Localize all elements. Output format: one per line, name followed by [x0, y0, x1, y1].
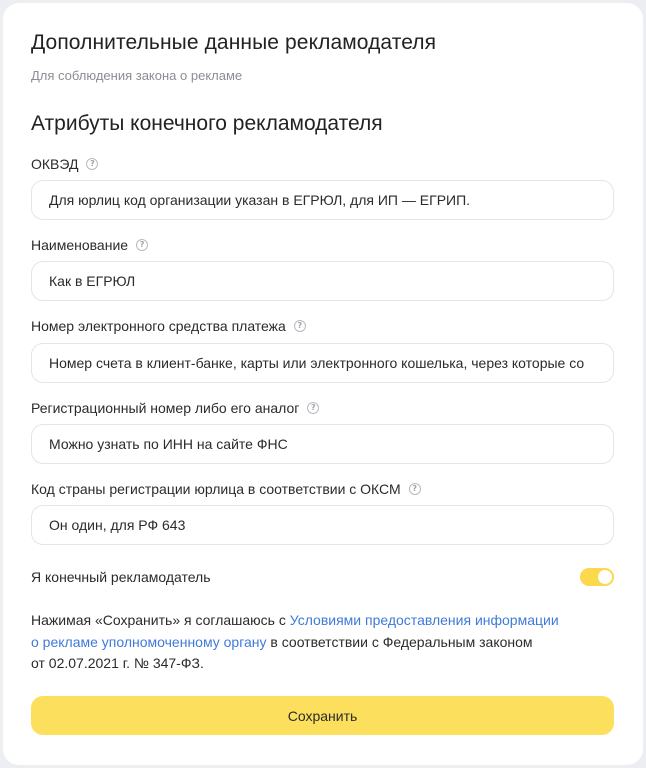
okved-field-placeholder: Для юрлиц код организации указан в ЕГРЮЛ…: [49, 192, 471, 208]
payment-number-field[interactable]: Номер счета в клиент-банке, карты или эл…: [31, 343, 614, 383]
save-button[interactable]: Сохранить: [31, 696, 614, 735]
final-advertiser-toggle[interactable]: [580, 568, 614, 586]
agreement-text: Нажимая «Сохранить» я соглашаюсь с Услов…: [31, 610, 614, 675]
name-field[interactable]: Как в ЕГРЮЛ: [31, 261, 614, 301]
terms-link-line2: о рекламе уполномоченному органу: [31, 633, 267, 650]
country-code-label-text: Код страны регистрации юрлица в соответс…: [31, 481, 401, 497]
question-circle-icon[interactable]: ?: [307, 402, 320, 414]
question-circle-icon[interactable]: ?: [86, 158, 99, 170]
country-code-field-placeholder: Он один, для РФ 643: [49, 517, 186, 533]
final-advertiser-row: Я конечный рекламодатель: [31, 567, 614, 587]
okved-label-text: ОКВЭД: [31, 156, 79, 172]
registration-number-field[interactable]: Можно узнать по ИНН на сайте ФНС: [31, 424, 614, 464]
agreement-prefix: Нажимая «Сохранить» я соглашаюсь с: [31, 612, 290, 628]
terms-link-line1: Условиями предоставления информации: [289, 612, 559, 628]
name-field-placeholder: Как в ЕГРЮЛ: [49, 273, 136, 289]
advertiser-form-card: Дополнительные данные рекламодателя Для …: [3, 3, 643, 765]
name-label: Наименование ?: [31, 237, 149, 253]
agreement-suffix-line2: в соответствии с Федеральным законом: [266, 633, 533, 650]
registration-number-label: Регистрационный номер либо его аналог ?: [31, 400, 320, 416]
page-subtitle: Для соблюдения закона о рекламе: [31, 68, 243, 83]
registration-number-field-placeholder: Можно узнать по ИНН на сайте ФНС: [49, 436, 288, 452]
okved-field[interactable]: Для юрлиц код организации указан в ЕГРЮЛ…: [31, 180, 614, 220]
section-title: Атрибуты конечного рекламодателя: [31, 112, 383, 135]
okved-label: ОКВЭД ?: [31, 156, 99, 172]
question-circle-icon[interactable]: ?: [408, 483, 421, 495]
agreement-suffix-line3: от 02.07.2021 г. № 347-ФЗ.: [31, 655, 204, 671]
question-circle-icon[interactable]: ?: [293, 320, 306, 332]
registration-number-label-text: Регистрационный номер либо его аналог: [31, 400, 300, 416]
page-title: Дополнительные данные рекламодателя: [31, 31, 437, 54]
country-code-field[interactable]: Он один, для РФ 643: [31, 505, 614, 545]
payment-number-label-text: Номер электронного средства платежа: [31, 318, 286, 334]
payment-number-field-placeholder: Номер счета в клиент-банке, карты или эл…: [49, 355, 585, 371]
question-circle-icon[interactable]: ?: [136, 239, 149, 251]
country-code-label: Код страны регистрации юрлица в соответс…: [31, 481, 421, 497]
toggle-knob: [598, 570, 612, 584]
final-advertiser-label: Я конечный рекламодатель: [31, 569, 211, 585]
name-label-text: Наименование: [31, 237, 129, 253]
payment-number-label: Номер электронного средства платежа ?: [31, 318, 306, 334]
